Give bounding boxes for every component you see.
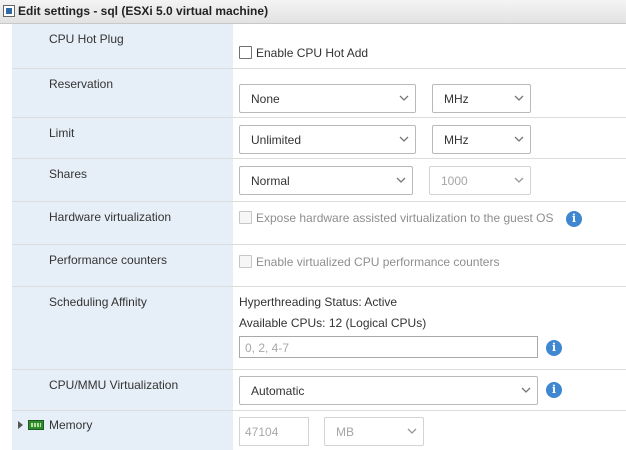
hardware-virtualization-label: Hardware virtualization xyxy=(49,210,172,224)
cpu-mmu-label: CPU/MMU Virtualization xyxy=(49,378,179,392)
memory-size-input: 47104 xyxy=(239,417,309,446)
reservation-unit-select[interactable]: MHz xyxy=(432,84,531,113)
chevron-down-icon xyxy=(521,387,531,393)
cpu-hot-plug-label: CPU Hot Plug xyxy=(49,32,124,46)
row-cpu-mmu-virtualization: CPU/MMU Virtualization Automatic i xyxy=(12,370,626,411)
shares-label: Shares xyxy=(49,167,88,181)
cpu-hot-add-checkbox[interactable] xyxy=(239,46,252,59)
limit-unit-select[interactable]: MHz xyxy=(432,125,531,154)
vm-settings-icon xyxy=(3,5,15,17)
titlebar: Edit settings - sql (ESXi 5.0 virtual ma… xyxy=(0,0,626,24)
reservation-select[interactable]: None xyxy=(239,84,416,113)
chevron-down-icon xyxy=(514,177,524,183)
row-scheduling-affinity: Scheduling Affinity Hyperthreading Statu… xyxy=(12,287,626,370)
limit-label: Limit xyxy=(49,126,75,140)
available-cpus: Available CPUs: 12 (Logical CPUs) xyxy=(239,316,427,330)
row-shares: Shares Normal 1000 xyxy=(12,159,626,202)
scheduling-affinity-label: Scheduling Affinity xyxy=(49,295,147,309)
shares-select[interactable]: Normal xyxy=(239,166,413,195)
chevron-down-icon xyxy=(396,177,406,183)
reservation-label: Reservation xyxy=(49,77,114,91)
window-title: Edit settings - sql (ESXi 5.0 virtual ma… xyxy=(18,4,269,18)
settings-panel: CPU Hot Plug Enable CPU Hot Add Reservat… xyxy=(0,24,626,450)
row-cpu-hot-plug: CPU Hot Plug Enable CPU Hot Add xyxy=(12,24,626,69)
perf-counters-checkbox xyxy=(239,255,252,268)
performance-counters-label: Performance counters xyxy=(49,253,168,267)
perf-counters-label: Enable virtualized CPU performance count… xyxy=(256,255,500,269)
shares-amount-select: 1000 xyxy=(429,166,531,195)
cpu-mmu-select[interactable]: Automatic xyxy=(239,376,538,405)
scheduling-affinity-input[interactable]: 0, 2, 4-7 xyxy=(239,336,538,358)
hyperthreading-status: Hyperthreading Status: Active xyxy=(239,295,398,309)
info-icon[interactable]: i xyxy=(546,340,562,356)
info-icon[interactable]: i xyxy=(566,211,582,227)
chevron-down-icon xyxy=(399,95,409,101)
info-icon[interactable]: i xyxy=(546,382,562,398)
expand-arrow-icon[interactable] xyxy=(18,421,23,429)
chevron-down-icon xyxy=(514,136,524,142)
limit-select[interactable]: Unlimited xyxy=(239,125,416,154)
row-hardware-virtualization: Hardware virtualization Expose hardware … xyxy=(12,202,626,245)
row-reservation: Reservation None MHz xyxy=(12,69,626,118)
chevron-down-icon xyxy=(399,136,409,142)
row-memory: Memory 47104 MB xyxy=(12,411,626,450)
row-limit: Limit Unlimited MHz xyxy=(12,118,626,159)
cpu-hot-add-label[interactable]: Enable CPU Hot Add xyxy=(256,46,368,60)
expose-hw-virtualization-label: Expose hardware assisted virtualization … xyxy=(256,211,554,225)
row-performance-counters: Performance counters Enable virtualized … xyxy=(12,245,626,287)
memory-label: Memory xyxy=(49,418,93,432)
expose-hw-virtualization-checkbox xyxy=(239,211,252,224)
memory-unit-select: MB xyxy=(324,417,424,446)
chevron-down-icon xyxy=(407,428,417,434)
chevron-down-icon xyxy=(514,95,524,101)
memory-icon xyxy=(28,420,44,430)
